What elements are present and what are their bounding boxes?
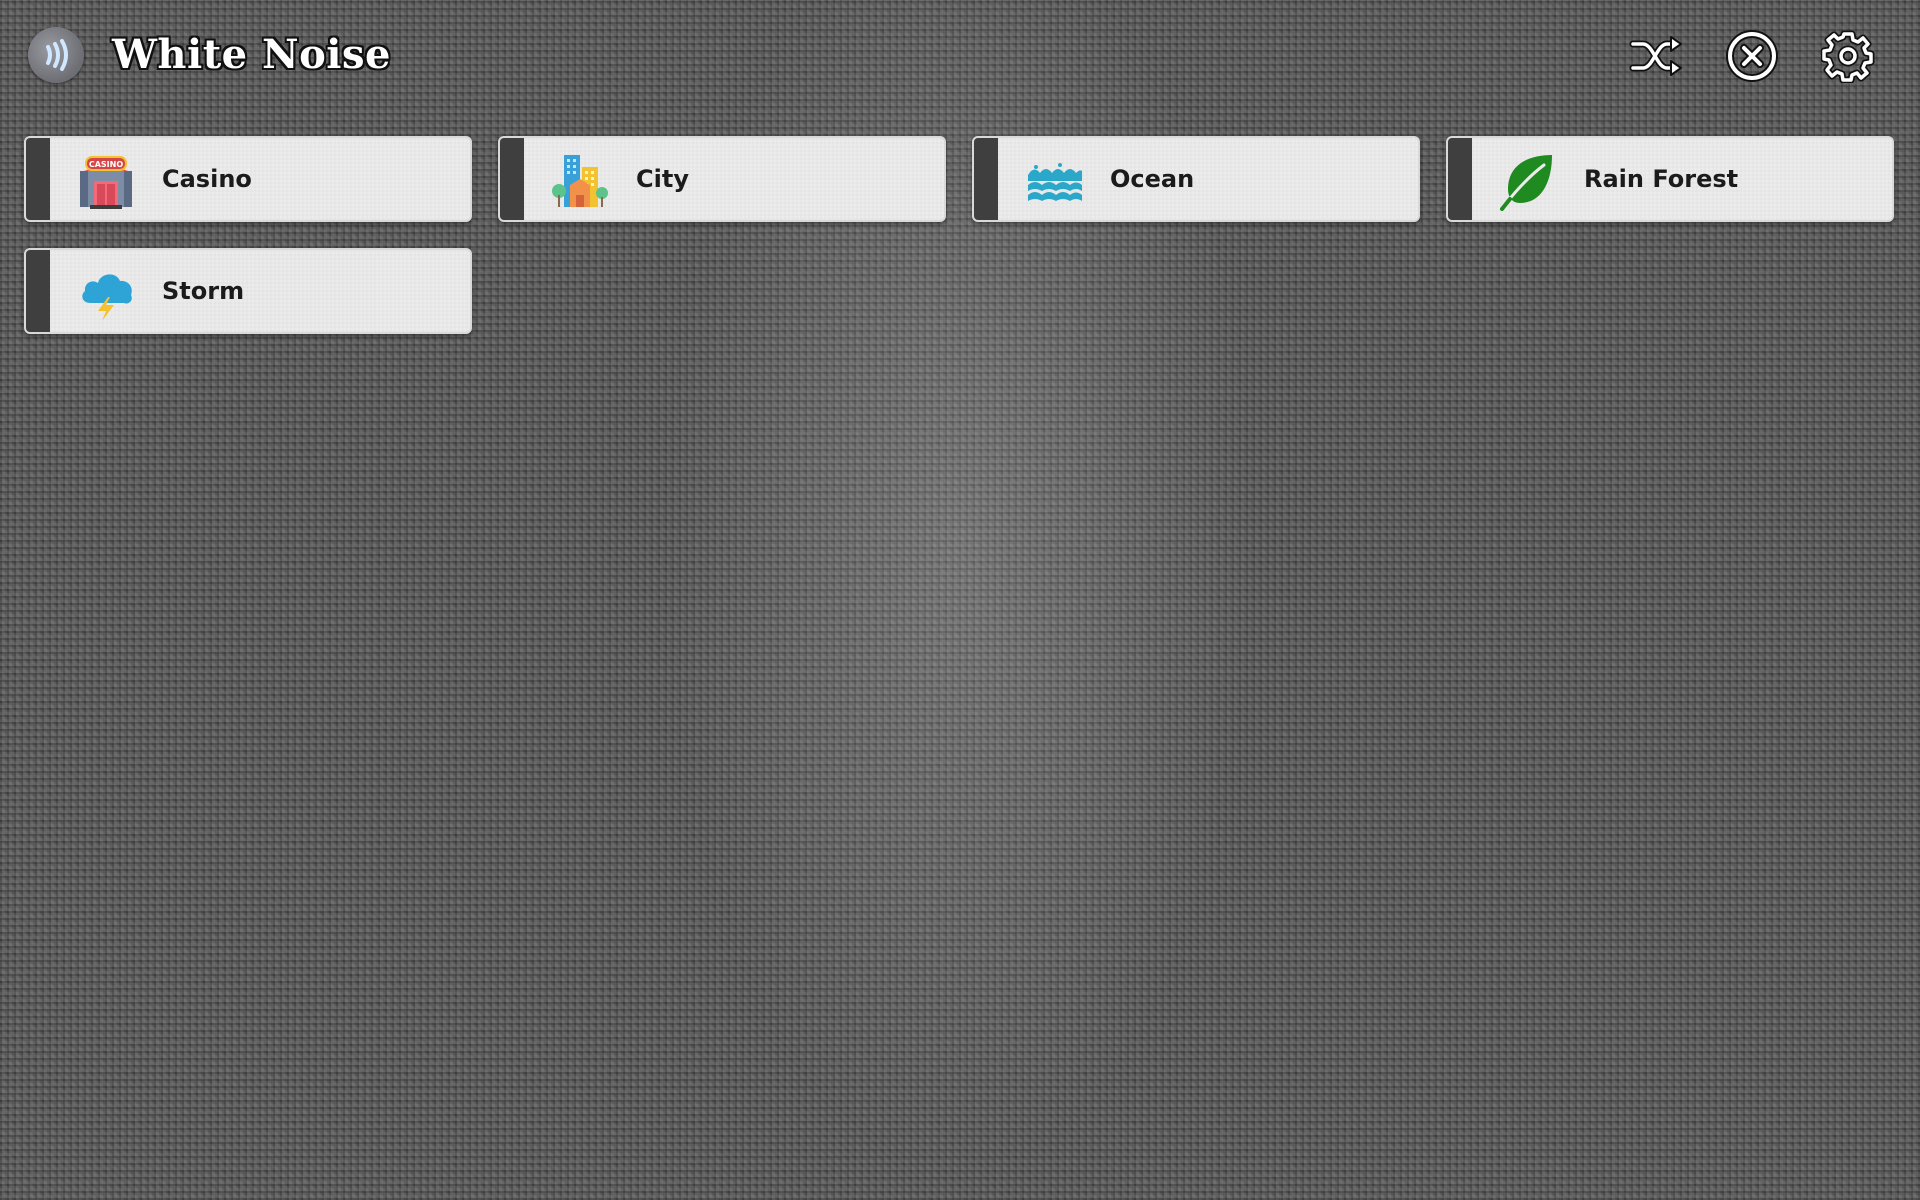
- sound-card-rain-forest[interactable]: Rain Forest: [1446, 136, 1894, 222]
- gear-icon: [1821, 30, 1875, 83]
- app-header: White Noise: [0, 0, 1920, 112]
- city-buildings-icon: [550, 151, 610, 211]
- card-strip: [26, 250, 50, 332]
- storm-cloud-icon: [76, 263, 136, 323]
- shuffle-button[interactable]: [1628, 28, 1684, 84]
- sound-card-label: Storm: [162, 277, 245, 305]
- card-strip: [500, 138, 524, 220]
- ocean-waves-icon: [1024, 151, 1084, 211]
- sound-card-label: Ocean: [1110, 165, 1195, 193]
- close-circle-icon: [1726, 30, 1778, 82]
- app-title: White Noise: [112, 31, 391, 78]
- sound-card-storm[interactable]: Storm: [24, 248, 472, 334]
- leaf-icon: [1498, 151, 1558, 211]
- casino-icon: CASINO: [76, 151, 136, 211]
- sound-waves-icon[interactable]: [28, 27, 84, 83]
- sound-card-ocean[interactable]: Ocean: [972, 136, 1420, 222]
- sound-card-label: Rain Forest: [1584, 165, 1739, 193]
- card-strip: [974, 138, 998, 220]
- sound-card-city[interactable]: City: [498, 136, 946, 222]
- card-strip: [1448, 138, 1472, 220]
- card-strip: [26, 138, 50, 220]
- sound-card-casino[interactable]: CASINO Casino: [24, 136, 472, 222]
- sound-card-label: City: [636, 165, 689, 193]
- settings-button[interactable]: [1820, 28, 1876, 84]
- casino-sign-text: CASINO: [89, 160, 123, 169]
- stop-all-button[interactable]: [1724, 28, 1780, 84]
- sound-card-label: Casino: [162, 165, 252, 193]
- shuffle-icon: [1629, 36, 1682, 76]
